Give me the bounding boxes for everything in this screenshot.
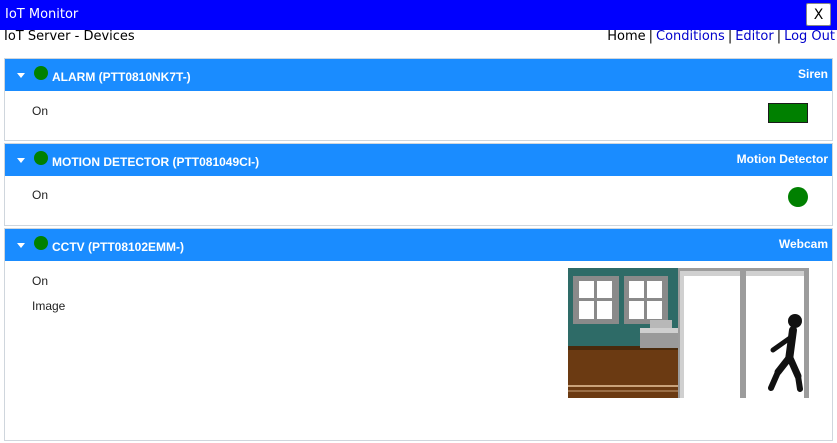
- property-label-on: On: [32, 188, 49, 202]
- nav-logout-link[interactable]: Log Out: [784, 29, 835, 44]
- collapse-caret-icon[interactable]: [17, 243, 25, 248]
- nav-separator: |: [648, 29, 653, 44]
- device-type: Webcam: [778, 237, 828, 251]
- device-type: Motion Detector: [736, 152, 828, 166]
- device-panel-cctv: CCTV (PTT08102EMM-) Webcam On Image: [4, 228, 833, 441]
- nav-bar: Home | Conditions | Editor | Log Out: [607, 30, 835, 44]
- page-header: IoT Server - Devices Home | Conditions | Edi…: [0, 30, 837, 50]
- motion-indicator-icon: [788, 187, 808, 207]
- device-name: MOTION DETECTOR (PTT081049CI-): [52, 155, 260, 169]
- door-panel: [684, 276, 740, 398]
- status-dot-icon: [34, 236, 48, 250]
- window-icon: [624, 276, 668, 324]
- collapse-caret-icon[interactable]: [17, 158, 25, 163]
- title-bar: IoT Monitor X: [0, 0, 837, 30]
- property-label-image: Image: [32, 299, 66, 313]
- device-header[interactable]: MOTION DETECTOR (PTT081049CI-) Motion De…: [5, 144, 832, 176]
- nav-separator: |: [776, 29, 782, 44]
- device-header[interactable]: CCTV (PTT08102EMM-) Webcam: [5, 229, 832, 261]
- app-title: IoT Monitor: [5, 7, 79, 22]
- nav-editor-link[interactable]: Editor: [735, 29, 773, 44]
- device-name: CCTV (PTT08102EMM-): [52, 240, 185, 254]
- nav-conditions-link[interactable]: Conditions: [656, 29, 725, 44]
- device-type: Siren: [797, 67, 828, 81]
- status-dot-icon: [34, 151, 48, 165]
- page-title: IoT Server - Devices: [4, 29, 135, 44]
- device-name: ALARM (PTT0810NK7T-): [52, 70, 191, 84]
- device-panel-motion-detector: MOTION DETECTOR (PTT081049CI-) Motion De…: [4, 143, 833, 226]
- collapse-caret-icon[interactable]: [17, 73, 25, 78]
- nav-home-link[interactable]: Home: [607, 29, 645, 44]
- device-header[interactable]: ALARM (PTT0810NK7T-) Siren: [5, 59, 832, 91]
- on-switch[interactable]: [768, 103, 808, 123]
- close-button[interactable]: X: [806, 3, 831, 26]
- camera-image: [568, 268, 809, 398]
- property-label-on: On: [32, 104, 49, 118]
- nav-separator: |: [727, 29, 733, 44]
- floor: [568, 346, 678, 398]
- device-panel-alarm: ALARM (PTT0810NK7T-) Siren On: [4, 58, 833, 141]
- window-icon: [573, 276, 619, 324]
- status-dot-icon: [34, 66, 48, 80]
- property-label-on: On: [32, 274, 49, 288]
